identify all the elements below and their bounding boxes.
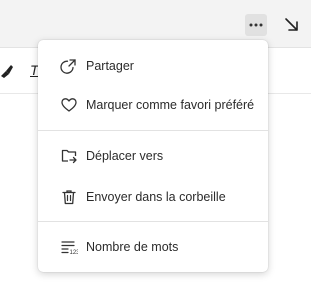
context-menu: Partager Marquer comme favori préféré Dé… [38,40,268,272]
menu-item-favorite[interactable]: Marquer comme favori préféré [38,87,268,123]
svg-text:123: 123 [70,250,79,256]
expand-button[interactable] [282,15,302,35]
word-count-icon: 123 [61,241,79,256]
format-painter-icon[interactable] [0,62,14,78]
menu-item-share[interactable]: Partager [38,48,268,84]
arrow-down-right-icon [285,18,298,31]
menu-item-label: Nombre de mots [86,240,179,254]
menu-item-label: Marquer comme favori préféré [86,98,255,112]
heart-icon [61,98,77,112]
menu-divider [38,130,268,131]
menu-item-move[interactable]: Déplacer vers [38,138,268,174]
share-icon [60,59,76,74]
folder-move-icon [61,149,77,164]
menu-item-label: Envoyer dans la corbeille [86,190,226,204]
menu-item-label: Partager [86,59,134,73]
menu-divider [38,221,268,222]
more-horizontal-icon [249,23,263,27]
menu-item-trash[interactable]: Envoyer dans la corbeille [38,179,268,215]
more-options-button[interactable] [245,14,267,36]
menu-item-word-count[interactable]: 123 Nombre de mots [38,229,268,265]
trash-icon [62,190,76,205]
menu-item-label: Déplacer vers [86,149,164,163]
